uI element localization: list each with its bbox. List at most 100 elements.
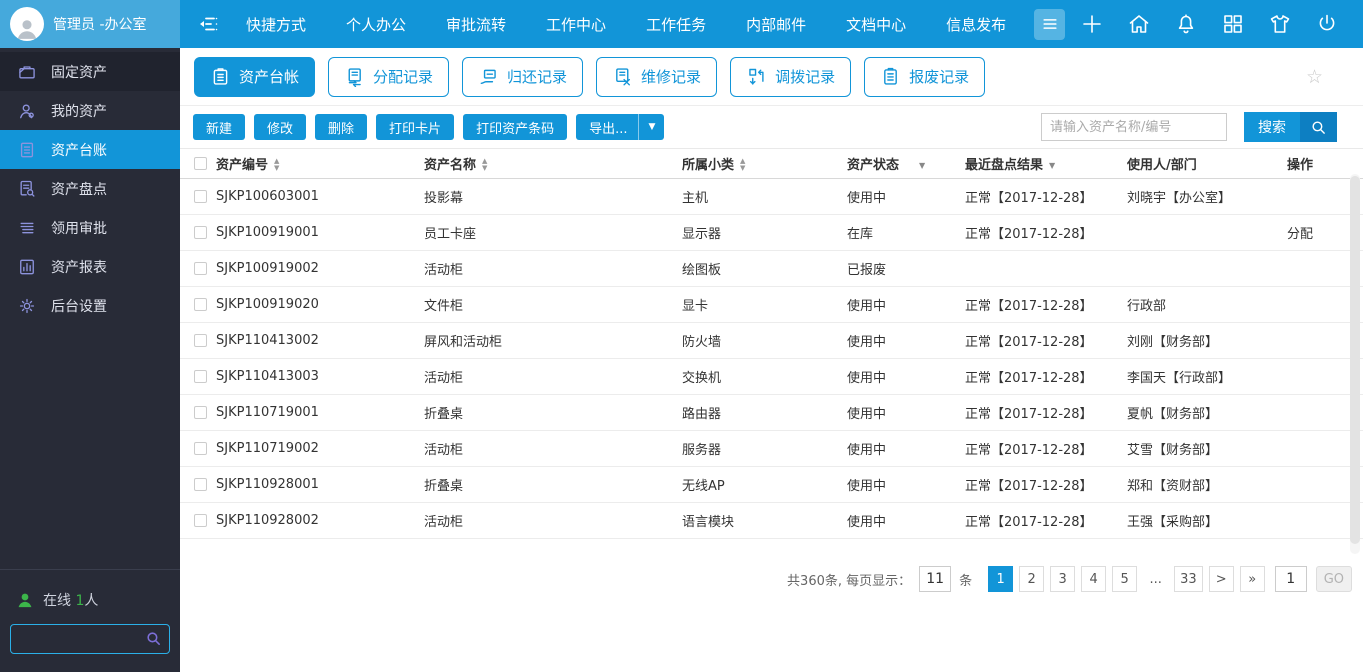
row-checkbox[interactable]: [194, 370, 207, 383]
nav-item-5[interactable]: 工作任务: [646, 14, 706, 35]
table-scrollbar[interactable]: [1350, 174, 1360, 554]
apps-icon[interactable]: [1221, 12, 1245, 36]
row-checkbox[interactable]: [194, 406, 207, 419]
toolbar-button-打印资产条码[interactable]: 打印资产条码: [463, 114, 568, 140]
sidebar-item-资产盘点[interactable]: 资产盘点: [0, 169, 180, 208]
sidebar-search-icon[interactable]: [145, 630, 162, 647]
tab-调拨记录[interactable]: 调拨记录: [730, 56, 852, 97]
more-menus-icon[interactable]: [1034, 8, 1066, 40]
page-button-33[interactable]: 33: [1174, 566, 1203, 592]
favorite-star-icon[interactable]: ☆: [1306, 66, 1349, 88]
tab-维修记录[interactable]: 维修记录: [596, 56, 718, 97]
table-row[interactable]: SJKP110413003 活动柜 交换机 使用中 正常【2017-12-28】 李国天【…: [180, 358, 1363, 395]
toolbar-button-打印卡片[interactable]: 打印卡片: [376, 114, 455, 140]
collapse-sidebar-icon[interactable]: [196, 12, 220, 36]
table-row[interactable]: SJKP100603001 投影幕 主机 使用中 正常【2017-12-28】 刘晓宇【办…: [180, 178, 1363, 215]
row-checkbox[interactable]: [194, 442, 207, 455]
shirt-icon[interactable]: [1268, 12, 1292, 36]
filter-caret-icon[interactable]: ▼: [919, 161, 925, 170]
row-checkbox[interactable]: [194, 334, 207, 347]
sort-icon[interactable]: ▲ ▼: [482, 157, 487, 173]
asset-search-input[interactable]: [1041, 113, 1227, 141]
nav-item-6[interactable]: 内部邮件: [746, 14, 806, 35]
nav-item-3[interactable]: 审批流转: [446, 14, 506, 35]
next-page-button[interactable]: >: [1208, 566, 1234, 592]
user-profile[interactable]: 管理员 -办公室: [0, 0, 180, 48]
last-page-button[interactable]: »: [1239, 566, 1265, 592]
sidebar-item-资产台账[interactable]: 资产台账: [0, 130, 180, 169]
table-row[interactable]: SJKP100919020 文件柜 显卡 使用中 正常【2017-12-28】 行政部: [180, 286, 1363, 323]
row-checkbox[interactable]: [194, 226, 207, 239]
go-button[interactable]: GO: [1315, 566, 1352, 592]
bell-icon[interactable]: [1174, 12, 1198, 36]
inventory-icon: [17, 179, 37, 199]
action-link[interactable]: 分配: [1287, 227, 1313, 242]
column-header-使用人/部门[interactable]: 使用人/部门: [1127, 148, 1287, 179]
page-button-3[interactable]: 3: [1050, 566, 1076, 592]
page-button-5[interactable]: 5: [1112, 566, 1138, 592]
export-button[interactable]: 导出... ▼: [576, 114, 665, 140]
sidebar-item-我的资产[interactable]: 我的资产: [0, 91, 180, 130]
page-button-2[interactable]: 2: [1019, 566, 1045, 592]
settings-icon: [17, 296, 37, 316]
nav-item-4[interactable]: 工作中心: [546, 14, 606, 35]
return-icon: [478, 66, 499, 87]
column-header-所属小类[interactable]: 所属小类 ▲ ▼: [682, 148, 847, 179]
toolbar-button-修改[interactable]: 修改: [254, 114, 307, 140]
scrollbar-thumb[interactable]: [1350, 176, 1360, 544]
row-checkbox[interactable]: [194, 190, 207, 203]
toolbar-button-新建[interactable]: 新建: [193, 114, 246, 140]
column-header-资产名称[interactable]: 资产名称 ▲ ▼: [424, 148, 682, 179]
check-result: [965, 250, 1127, 287]
table-row[interactable]: SJKP110928002 活动柜 语言模块 使用中 正常【2017-12-28】 王强【…: [180, 502, 1363, 539]
asset-status: 使用中: [847, 430, 965, 467]
nav-item-1[interactable]: 快捷方式: [246, 14, 306, 35]
filter-caret-icon[interactable]: ▼: [1049, 161, 1055, 170]
page-size-input[interactable]: [919, 566, 952, 592]
search-button[interactable]: 搜索: [1244, 112, 1337, 142]
sort-icon[interactable]: ▲ ▼: [274, 157, 279, 173]
plus-icon[interactable]: [1080, 12, 1104, 36]
table-row[interactable]: SJKP110719001 折叠桌 路由器 使用中 正常【2017-12-28】 夏帆【财…: [180, 394, 1363, 431]
sidebar-item-后台设置[interactable]: 后台设置: [0, 286, 180, 325]
home-icon[interactable]: [1127, 12, 1151, 36]
row-checkbox[interactable]: [194, 478, 207, 491]
table-row[interactable]: SJKP110719002 活动柜 服务器 使用中 正常【2017-12-28】 艾雪【财…: [180, 430, 1363, 467]
row-checkbox[interactable]: [194, 298, 207, 311]
column-header-最近盘点结果[interactable]: 最近盘点结果 ▼: [965, 148, 1127, 179]
power-icon[interactable]: [1315, 12, 1339, 36]
column-header-资产状态[interactable]: 资产状态 ▼: [847, 148, 965, 179]
asset-code: SJKP110413003: [216, 358, 424, 395]
tab-归还记录[interactable]: 归还记录: [462, 56, 584, 97]
check-result: 正常【2017-12-28】: [965, 502, 1127, 539]
tab-报废记录[interactable]: 报废记录: [864, 56, 986, 97]
column-header-资产编号[interactable]: 资产编号 ▲ ▼: [216, 148, 424, 179]
table-row[interactable]: SJKP100919001 员工卡座 显示器 在库 正常【2017-12-28】 分配: [180, 214, 1363, 251]
asset-code: SJKP110413002: [216, 322, 424, 359]
toolbar-button-删除[interactable]: 删除: [315, 114, 368, 140]
select-all-checkbox[interactable]: [194, 157, 207, 170]
table-row[interactable]: SJKP110413002 屏风和活动柜 防火墙 使用中 正常【2017-12-28】刘…: [180, 322, 1363, 359]
table-row[interactable]: SJKP100919002 活动柜 绘图板 已报废: [180, 250, 1363, 287]
asset-name: 员工卡座: [424, 214, 682, 251]
nav-item-7[interactable]: 文档中心: [846, 14, 906, 35]
sidebar-item-固定资产[interactable]: 固定资产: [0, 52, 180, 91]
sidebar-item-领用审批[interactable]: 领用审批: [0, 208, 180, 247]
row-checkbox[interactable]: [194, 514, 207, 527]
asset-name: 活动柜: [424, 430, 682, 467]
nav-item-2[interactable]: 个人办公: [346, 14, 406, 35]
sidebar-item-资产报表[interactable]: 资产报表: [0, 247, 180, 286]
scrap-icon: [880, 66, 901, 87]
tab-资产台帐[interactable]: 资产台帐: [194, 56, 316, 97]
table-row[interactable]: SJKP110928001 折叠桌 无线AP 使用中 正常【2017-12-28】 郑和【…: [180, 466, 1363, 503]
page-button-4[interactable]: 4: [1081, 566, 1107, 592]
page-button-1[interactable]: 1: [988, 566, 1014, 592]
goto-page-input[interactable]: [1274, 566, 1307, 592]
tab-分配记录[interactable]: 分配记录: [328, 56, 450, 97]
sort-icon[interactable]: ▲ ▼: [740, 157, 745, 173]
asset-user: 艾雪【财务部】: [1127, 430, 1287, 467]
topbar: 管理员 -办公室 快捷方式 个人办公 审批流转 工作中心 工作任务 内部邮件 文档中心 信息发…: [0, 0, 1363, 48]
nav-item-8[interactable]: 信息发布: [946, 14, 1006, 35]
row-checkbox[interactable]: [194, 262, 207, 275]
tab-bar: 资产台帐 分配记录 归还记录 维修记录 调拨记录 报废记录 ☆: [180, 48, 1363, 106]
